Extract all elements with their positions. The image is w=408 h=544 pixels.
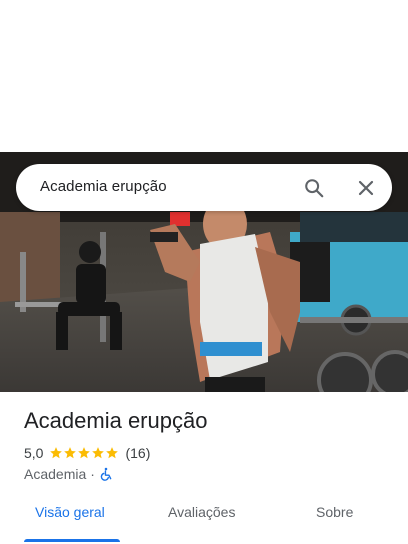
star-icon — [50, 447, 63, 459]
rating-value: 5,0 — [24, 445, 44, 461]
tab-reviews[interactable]: Avaliações — [168, 504, 235, 520]
review-count[interactable]: (16) — [125, 445, 150, 461]
wheelchair-icon — [99, 467, 113, 481]
rating-row[interactable]: 5,0 (16) — [24, 444, 150, 462]
close-icon[interactable] — [356, 178, 376, 198]
star-icon — [78, 447, 91, 459]
place-title: Academia erupção — [24, 408, 208, 433]
tab-overview[interactable]: Visão geral — [35, 504, 105, 520]
star-icon — [106, 447, 119, 459]
tab-about[interactable]: Sobre — [316, 504, 353, 520]
active-tab-indicator — [24, 539, 120, 542]
search-input[interactable]: Academia erupção — [40, 178, 167, 195]
search-bar[interactable]: Academia erupção — [16, 164, 392, 211]
star-icon — [64, 447, 77, 459]
star-rating — [49, 446, 119, 460]
place-tabs: Visão geral Avaliações Sobre — [0, 492, 408, 544]
category-row: Academia · — [24, 465, 113, 483]
category-label: Academia — [24, 466, 87, 482]
map-blank-area — [0, 0, 408, 152]
star-icon — [92, 447, 105, 459]
search-icon[interactable] — [303, 177, 325, 199]
separator-dot: · — [90, 466, 95, 482]
